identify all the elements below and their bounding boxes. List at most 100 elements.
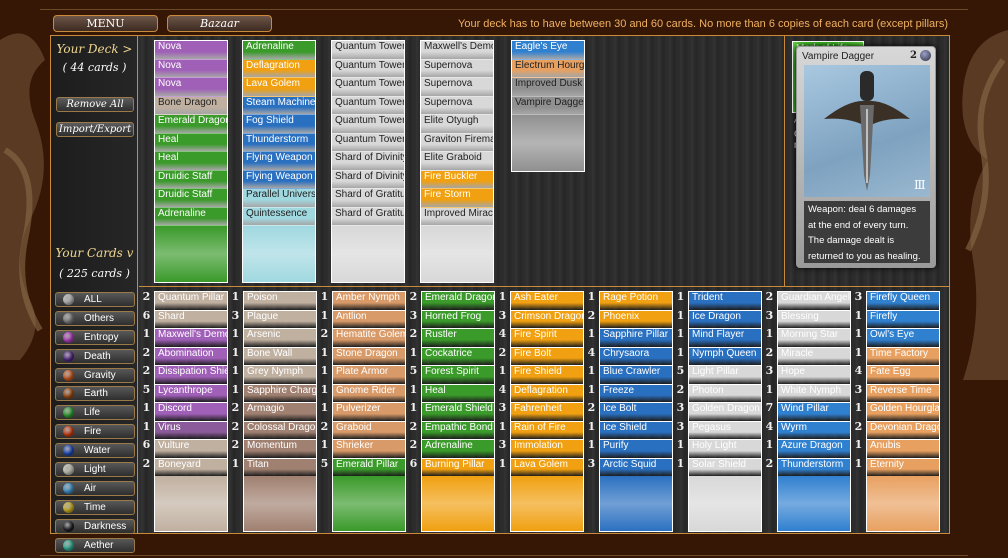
- deck-card-art[interactable]: [155, 226, 227, 282]
- collection-card[interactable]: 5 Light Pillar: [675, 365, 763, 384]
- deck-card[interactable]: Parallel Universe: [243, 189, 315, 208]
- deck-card[interactable]: Shard of Divinity: [332, 170, 404, 189]
- collection-card-art[interactable]: [510, 476, 584, 532]
- card-name[interactable]: Nymph Queen: [688, 346, 762, 365]
- collection-card-art[interactable]: [421, 476, 495, 532]
- card-name[interactable]: Fate Egg: [866, 365, 940, 384]
- card-name[interactable]: Stone Dragon: [332, 346, 406, 365]
- collection-card[interactable]: 1 Bone Wall: [230, 346, 318, 365]
- collection-card[interactable]: 1 Solar Shield: [675, 457, 763, 476]
- collection-card[interactable]: 1 Purify: [586, 439, 674, 458]
- card-name[interactable]: Morning Star: [777, 328, 851, 347]
- deck-card[interactable]: Quantum Tower: [332, 78, 404, 97]
- filter-water[interactable]: Water: [55, 443, 135, 459]
- card-name[interactable]: Thunderstorm: [777, 457, 851, 476]
- collection-card[interactable]: 6 Burning Pillar: [408, 457, 496, 476]
- deck-card[interactable]: Steam Machine: [243, 96, 315, 115]
- card-name[interactable]: Pegasus: [688, 420, 762, 439]
- collection-card[interactable]: 2 Rustler: [408, 328, 496, 347]
- card-name[interactable]: Golden Dragon: [688, 402, 762, 421]
- card-name[interactable]: Adrenaline: [421, 439, 495, 458]
- card-name[interactable]: Ash Eater: [510, 291, 584, 310]
- collection-card[interactable]: 3 Hope: [764, 365, 852, 384]
- collection-card[interactable]: 5 Emerald Pillar: [319, 457, 407, 476]
- filter-death[interactable]: Death: [55, 348, 135, 364]
- import-export-button[interactable]: Import/Export: [56, 122, 134, 137]
- filter-time[interactable]: Time: [55, 499, 135, 515]
- card-name[interactable]: Anubis: [866, 439, 940, 458]
- collection-card[interactable]: 1 Stone Dragon: [319, 346, 407, 365]
- collection-card[interactable]: 2 Momentum: [230, 439, 318, 458]
- card-name[interactable]: Burning Pillar: [421, 457, 495, 476]
- collection-card[interactable]: 2 Armagio: [230, 402, 318, 421]
- card-name[interactable]: Trident: [688, 291, 762, 310]
- card-name[interactable]: Devonian Dragon: [866, 420, 940, 439]
- collection-card[interactable]: 1 Freeze: [586, 383, 674, 402]
- card-name[interactable]: Hematite Golem: [332, 328, 406, 347]
- card-name[interactable]: Hope: [777, 365, 851, 384]
- deck-card[interactable]: Shard of Gratitude: [332, 189, 404, 208]
- filter-gravity[interactable]: Gravity: [55, 367, 135, 383]
- card-name[interactable]: Time Factory: [866, 346, 940, 365]
- deck-card[interactable]: Electrum Hourglass: [512, 59, 584, 78]
- collection-card[interactable]: 1 Ash Eater: [497, 291, 585, 310]
- card-name[interactable]: Wind Pillar: [777, 402, 851, 421]
- card-name[interactable]: Purify: [599, 439, 673, 458]
- collection-card[interactable]: 2Dissipation Shield: [141, 365, 229, 384]
- filter-others[interactable]: Others: [55, 310, 135, 326]
- card-name[interactable]: Firefly Queen: [866, 291, 940, 310]
- card-name[interactable]: Heal: [421, 383, 495, 402]
- collection-card[interactable]: 2 Thunderstorm: [764, 457, 852, 476]
- collection-card[interactable]: 1 Rage Potion: [586, 291, 674, 310]
- filter-fire[interactable]: Fire: [55, 424, 135, 440]
- card-name[interactable]: Boneyard: [154, 457, 228, 476]
- card-name[interactable]: Empathic Bond: [421, 420, 495, 439]
- deck-card[interactable]: Quintessence: [243, 207, 315, 226]
- card-name[interactable]: Arsenic: [243, 328, 317, 347]
- deck-card[interactable]: Fire Buckler: [421, 170, 493, 189]
- collection-card-art[interactable]: [866, 476, 940, 532]
- deck-card[interactable]: Heal: [155, 152, 227, 171]
- deck-card[interactable]: Heal: [155, 133, 227, 152]
- card-name[interactable]: Virus: [154, 420, 228, 439]
- card-name[interactable]: Holy Light: [688, 439, 762, 458]
- deck-card[interactable]: Flying Weapon: [243, 170, 315, 189]
- collection-card[interactable]: 3 Blessing: [764, 309, 852, 328]
- deck-card[interactable]: Elite Otyugh: [421, 115, 493, 134]
- card-name[interactable]: Rustler: [421, 328, 495, 347]
- card-name[interactable]: Abomination: [154, 346, 228, 365]
- collection-card[interactable]: 1 Morning Star: [764, 328, 852, 347]
- deck-card[interactable]: Shard of Gratitude: [332, 207, 404, 226]
- bazaar-button[interactable]: Bazaar: [167, 15, 272, 32]
- collection-card[interactable]: 1 Owl's Eye: [853, 328, 941, 347]
- card-name[interactable]: Maxwell's Demon: [154, 328, 228, 347]
- collection-card[interactable]: 3 Immolation: [497, 439, 585, 458]
- collection-card[interactable]: 2 Fire Bolt: [497, 346, 585, 365]
- card-name[interactable]: Fire Bolt: [510, 346, 584, 365]
- deck-card[interactable]: Adrenaline: [155, 207, 227, 226]
- card-name[interactable]: Fire Spirit: [510, 328, 584, 347]
- collection-card[interactable]: 1 Amber Nymph: [319, 291, 407, 310]
- card-name[interactable]: Immolation: [510, 439, 584, 458]
- collection-card[interactable]: 1 Discord: [141, 402, 229, 421]
- deck-card-art[interactable]: [512, 115, 584, 171]
- collection-card[interactable]: 1 Antlion: [319, 309, 407, 328]
- collection-card[interactable]: 1 Nymph Queen: [675, 346, 763, 365]
- collection-card-art[interactable]: [332, 476, 406, 532]
- deck-card[interactable]: Supernova: [421, 59, 493, 78]
- deck-card[interactable]: Eagle's Eye: [512, 41, 584, 60]
- deck-card[interactable]: Adrenaline: [243, 41, 315, 60]
- collection-card[interactable]: 4 Chrysaora: [586, 346, 674, 365]
- collection-card[interactable]: 2 Graboid: [319, 420, 407, 439]
- collection-card[interactable]: 1 Anubis: [853, 439, 941, 458]
- deck-card[interactable]: Quantum Tower: [332, 133, 404, 152]
- collection-card[interactable]: 3 Fahrenheit: [497, 402, 585, 421]
- filter-light[interactable]: Light: [55, 462, 135, 478]
- deck-card[interactable]: Druidic Staff: [155, 189, 227, 208]
- card-name[interactable]: Plate Armor: [332, 365, 406, 384]
- card-name[interactable]: Vulture: [154, 439, 228, 458]
- card-name[interactable]: White Nymph: [777, 383, 851, 402]
- collection-card[interactable]: 1 Blue Crawler: [586, 365, 674, 384]
- card-name[interactable]: Fire Shield: [510, 365, 584, 384]
- card-name[interactable]: Ice Bolt: [599, 402, 673, 421]
